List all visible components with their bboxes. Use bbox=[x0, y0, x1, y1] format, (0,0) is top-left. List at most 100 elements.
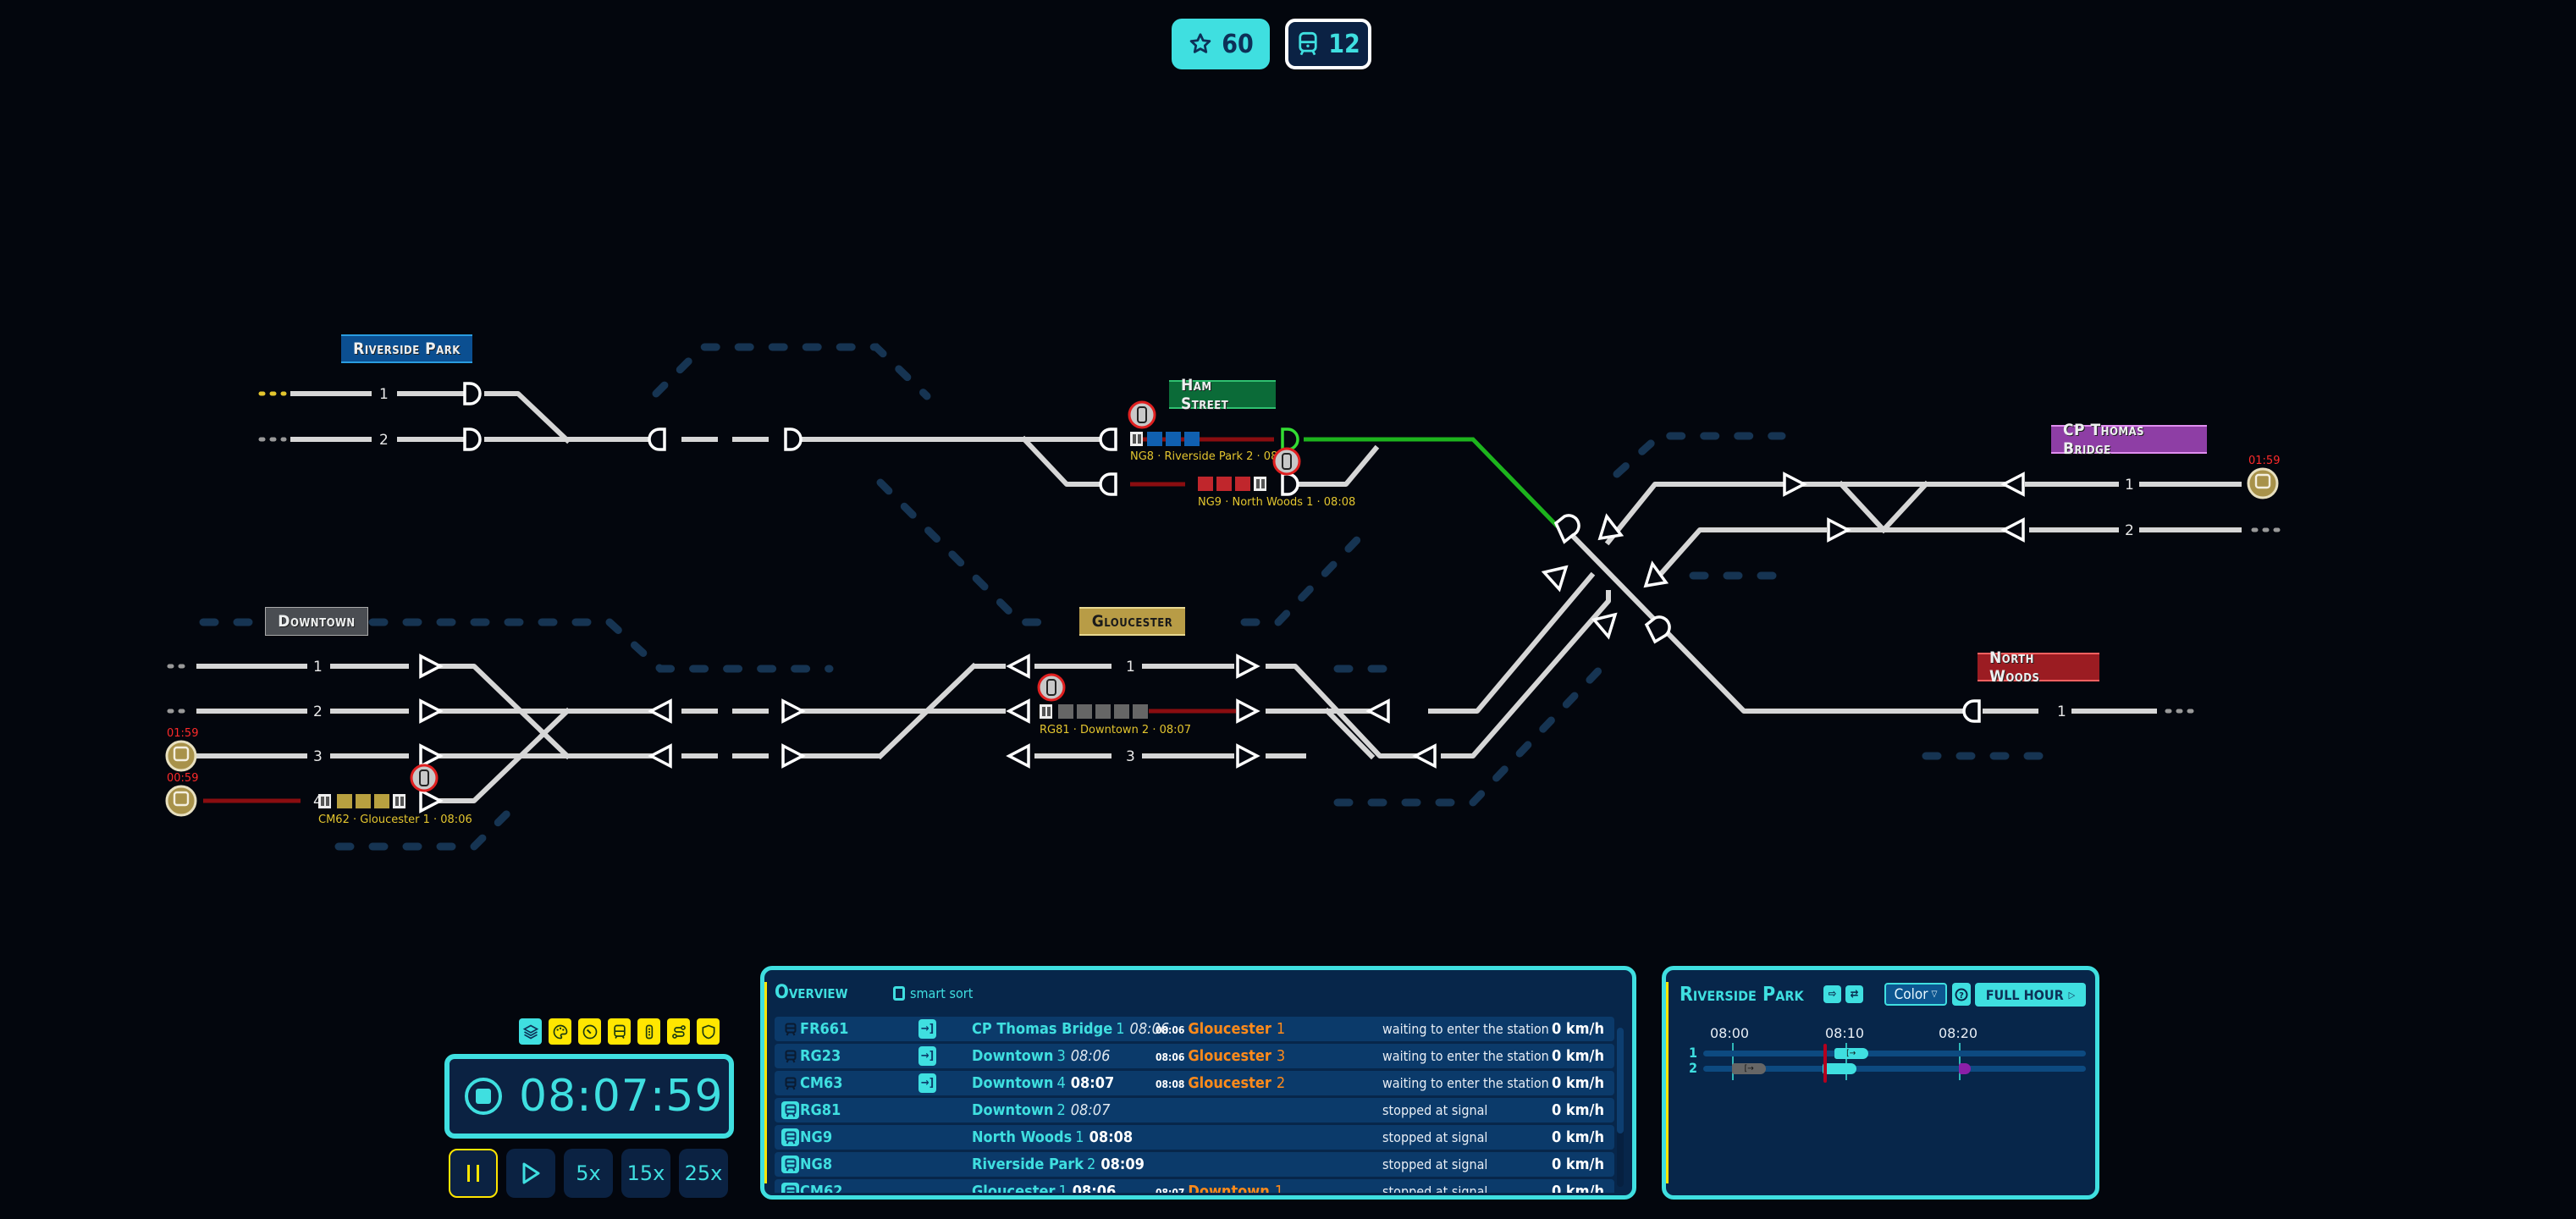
train-id: NG8 bbox=[800, 1156, 833, 1173]
enter-station-button[interactable]: →] bbox=[918, 1073, 936, 1093]
overview-list[interactable]: FR661 →] CP Thomas Bridge 1 08:06 08:06 Glouce… bbox=[775, 1017, 1614, 1193]
train-ng9[interactable]: NG9 · North Woods 1 · 08:08 bbox=[1198, 477, 1355, 509]
timeline-block[interactable] bbox=[1959, 1063, 1971, 1074]
origin-track: 1 bbox=[1058, 1183, 1067, 1193]
signal-d[interactable] bbox=[1099, 472, 1117, 496]
overview-row[interactable]: RG23 →] Downtown 3 08:06 08:06 Gloucester 3 wait… bbox=[775, 1044, 1614, 1068]
traffic-light-icon[interactable] bbox=[1272, 447, 1301, 476]
signal-triangle[interactable] bbox=[1236, 698, 1260, 724]
signal-triangle[interactable] bbox=[1783, 472, 1807, 497]
shield-icon[interactable] bbox=[697, 1018, 720, 1045]
signal-triangle[interactable] bbox=[419, 743, 444, 769]
signal-triangle[interactable] bbox=[1827, 517, 1851, 543]
signal-triangle[interactable] bbox=[419, 654, 444, 679]
overview-row[interactable]: CM63 →] Downtown 4 08:07 08:08 Gloucester 2 wait… bbox=[775, 1071, 1614, 1095]
timeline-block[interactable]: [→ bbox=[1834, 1048, 1868, 1059]
train-ng8[interactable]: NG8 · Riverside Park 2 · 08:09 bbox=[1130, 432, 1295, 463]
spawn-downtown-4[interactable]: 00:59 bbox=[165, 772, 198, 817]
help-button[interactable]: ? bbox=[1952, 983, 1971, 1006]
overview-row[interactable]: NG9 North Woods 1 08:08 stopped at signal 0 k… bbox=[775, 1125, 1614, 1150]
signal-triangle[interactable] bbox=[1006, 654, 1030, 679]
signal-triangle[interactable] bbox=[2000, 472, 2025, 497]
signal-d[interactable] bbox=[463, 382, 482, 405]
signal-d[interactable] bbox=[1281, 472, 1299, 496]
overview-row[interactable]: RG81 Downtown 2 08:07 stopped at signal 0 km/… bbox=[775, 1098, 1614, 1122]
route-icon[interactable] bbox=[667, 1018, 690, 1045]
signal-d[interactable] bbox=[1644, 615, 1671, 644]
station-label-north-woods[interactable]: North Woods bbox=[1978, 648, 2099, 686]
enter-station-button[interactable]: →] bbox=[918, 1019, 936, 1039]
signal-triangle[interactable] bbox=[1412, 743, 1437, 769]
enter-station-button[interactable]: →] bbox=[918, 1046, 936, 1066]
traffic-light-icon[interactable] bbox=[637, 1018, 660, 1045]
play-button[interactable] bbox=[506, 1149, 555, 1198]
signal-d[interactable] bbox=[1962, 699, 1981, 723]
destination-station: Downtown bbox=[1188, 1183, 1270, 1193]
origin-time: 08:09 bbox=[1100, 1156, 1145, 1173]
signal-triangle[interactable] bbox=[648, 698, 672, 724]
overview-row[interactable]: FR661 →] CP Thomas Bridge 1 08:06 08:06 Glouce… bbox=[775, 1017, 1614, 1041]
full-hour-button[interactable]: FULL HOUR ▷ bbox=[1975, 983, 2086, 1007]
layers-icon[interactable] bbox=[519, 1018, 542, 1045]
enter-icon: →] bbox=[920, 1050, 935, 1062]
signal-triangle[interactable] bbox=[1236, 743, 1260, 769]
station-label-gloucester[interactable]: Gloucester bbox=[1079, 607, 1185, 636]
signal-triangle[interactable] bbox=[781, 743, 806, 769]
overview-row[interactable]: NG8 Riverside Park 2 08:09 stopped at signal… bbox=[775, 1152, 1614, 1177]
origin-station: Riverside Park bbox=[972, 1156, 1084, 1173]
color-select[interactable]: Color ▽ bbox=[1884, 983, 1947, 1006]
signals[interactable] bbox=[419, 382, 2025, 814]
signal-triangle[interactable] bbox=[419, 788, 444, 814]
station-label-riverside-park[interactable]: Riverside Park bbox=[341, 334, 472, 363]
signal-d[interactable] bbox=[463, 427, 482, 451]
overview-scrollbar[interactable] bbox=[1617, 1028, 1624, 1187]
signal-triangle[interactable] bbox=[1541, 565, 1569, 593]
signal-triangle[interactable] bbox=[1365, 698, 1390, 724]
scrollbar-thumb[interactable] bbox=[1617, 1028, 1624, 1134]
timeline-block[interactable] bbox=[1823, 1063, 1857, 1074]
signal-triangle[interactable] bbox=[1591, 612, 1618, 640]
speed-5x-button[interactable]: 5x bbox=[564, 1149, 613, 1198]
palette-icon[interactable] bbox=[549, 1018, 571, 1045]
traffic-light-icon[interactable] bbox=[1128, 400, 1156, 429]
signal-d[interactable] bbox=[784, 427, 803, 451]
exit-icon[interactable]: ⇨ bbox=[1823, 985, 1841, 1003]
timeline-block[interactable]: [→ bbox=[1732, 1063, 1767, 1074]
swap-icon[interactable]: ⇄ bbox=[1845, 985, 1863, 1003]
signal-triangle[interactable] bbox=[648, 743, 672, 769]
signal-triangle[interactable] bbox=[2000, 517, 2025, 543]
signal-triangle[interactable] bbox=[1006, 698, 1030, 724]
spawn-downtown-3[interactable]: 01:59 bbox=[165, 727, 198, 772]
station-label-downtown[interactable]: Downtown bbox=[265, 607, 368, 636]
destination-track: 1 bbox=[1276, 1020, 1286, 1038]
train-id: NG9 bbox=[800, 1128, 833, 1146]
signal-d[interactable] bbox=[1099, 427, 1117, 451]
smart-sort-toggle[interactable]: smart sort bbox=[893, 985, 973, 1001]
train-icon bbox=[781, 1047, 799, 1065]
station-name: Downtown bbox=[278, 612, 356, 631]
speed-15x-button[interactable]: 15x bbox=[621, 1149, 670, 1198]
train-icon[interactable] bbox=[608, 1018, 631, 1045]
overview-row[interactable]: CM62 Gloucester 1 08:06 08:07 Downtown 1 stoppe… bbox=[775, 1179, 1614, 1193]
downtown-track-3: 3 bbox=[313, 748, 323, 765]
signal-d[interactable] bbox=[648, 427, 666, 451]
signal-triangle[interactable] bbox=[781, 698, 806, 724]
signal-triangle[interactable] bbox=[1236, 654, 1260, 679]
traffic-light-icon[interactable] bbox=[410, 764, 439, 792]
smart-sort-checkbox[interactable] bbox=[893, 986, 905, 1001]
speed-25x-button[interactable]: 25x bbox=[679, 1149, 728, 1198]
stop-icon[interactable] bbox=[463, 1076, 504, 1117]
station-label-ham-street[interactable]: Ham Street bbox=[1169, 376, 1276, 413]
rail-map[interactable]: 1 2 1 2 1 2 3 4 1 3 1 NG8 · Riverside Pa… bbox=[0, 0, 2576, 931]
station-label-cp-thomas-bridge[interactable]: CP Thomas Bridge bbox=[2051, 421, 2207, 458]
signal-triangle[interactable] bbox=[419, 698, 444, 724]
gauge-icon[interactable] bbox=[578, 1018, 601, 1045]
timeline-bar-1[interactable] bbox=[1703, 1051, 2086, 1056]
traffic-light-icon[interactable] bbox=[1037, 673, 1066, 702]
train-label-cm62: CM62 · Gloucester 1 · 08:06 bbox=[318, 814, 472, 826]
signal-triangle[interactable] bbox=[1006, 743, 1030, 769]
map-trains[interactable]: NG8 · Riverside Park 2 · 08:09 NG9 · Nor… bbox=[318, 432, 1355, 826]
signal-d[interactable] bbox=[1281, 427, 1299, 451]
spawn-cptb-1[interactable]: 01:59 bbox=[2247, 455, 2280, 499]
pause-button[interactable] bbox=[449, 1149, 498, 1198]
